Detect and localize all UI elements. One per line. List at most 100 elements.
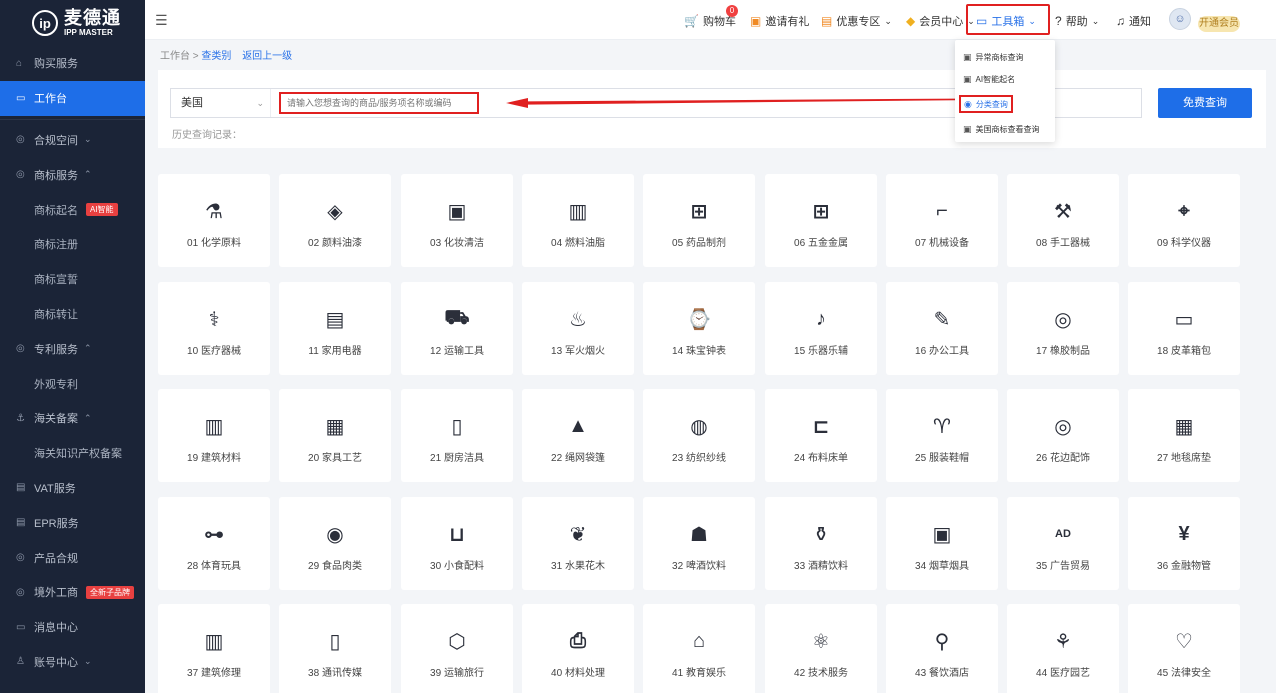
sidebar-item[interactable]: ▭ 消息中心 bbox=[0, 610, 145, 645]
toolbox-menu-item[interactable]: ◉ 分类查询 bbox=[959, 95, 1013, 113]
category-card[interactable]: ✎ 16 办公工具 bbox=[886, 282, 998, 375]
category-card[interactable]: ▭ 18 皮革箱包 bbox=[1128, 282, 1240, 375]
chevron-up-icon: ⌄ bbox=[1028, 15, 1036, 26]
sidebar-item[interactable]: ⚓ 海关备案 ⌃ bbox=[0, 401, 145, 436]
coupon-menu[interactable]: ▤ 优惠专区 ⌄ bbox=[821, 13, 892, 29]
category-card[interactable]: AD 35 广告贸易 bbox=[1007, 497, 1119, 590]
category-glyph: ▥ bbox=[568, 200, 588, 223]
toolbox-menu-item[interactable]: ▣ 异常商标查询 bbox=[963, 48, 1024, 66]
category-card[interactable]: ⚘ 44 医疗园艺 bbox=[1007, 604, 1119, 693]
category-card[interactable]: ⌂ 41 教育娱乐 bbox=[643, 604, 755, 693]
category-card[interactable]: ⚒ 08 手工器械 bbox=[1007, 174, 1119, 267]
category-label: 12 运输工具 bbox=[430, 346, 484, 357]
avatar[interactable]: ☺ bbox=[1169, 8, 1191, 30]
sidebar-item[interactable]: 海关知识产权备案 bbox=[0, 436, 145, 471]
category-card[interactable]: ▯ 38 通讯传媒 bbox=[279, 604, 391, 693]
category-glyph: ☗ bbox=[690, 523, 708, 546]
noodles-icon: ⊔ bbox=[442, 519, 472, 549]
sidebar-item-label: 合规空间 bbox=[34, 134, 78, 147]
category-card[interactable]: ❦ 31 水果花木 bbox=[522, 497, 634, 590]
notify-button[interactable]: ♫ 通知 bbox=[1116, 13, 1151, 29]
help-menu[interactable]: ? 帮助 ⌄ bbox=[1055, 13, 1099, 29]
category-card[interactable]: ▲ 22 绳网袋篷 bbox=[522, 389, 634, 482]
category-card[interactable]: ◍ 23 纺织纱线 bbox=[643, 389, 755, 482]
brand-logo[interactable]: ip 麦德通 IPP MASTER bbox=[0, 0, 145, 46]
sidebar-item-label: 商标转让 bbox=[34, 308, 78, 321]
toolbox-menu-item[interactable]: ▣ AI智能起名 bbox=[963, 70, 1015, 88]
category-card[interactable]: ▥ 04 燃料油脂 bbox=[522, 174, 634, 267]
sidebar-item[interactable]: ◎ 合规空间 ⌄ bbox=[0, 123, 145, 158]
country-select[interactable]: 美国 ⌄ bbox=[171, 89, 271, 117]
category-card[interactable]: ▥ 19 建筑材料 bbox=[158, 389, 270, 482]
sidebar-item[interactable]: ▤ EPR服务 bbox=[0, 505, 145, 540]
member-center-button[interactable]: ◆ 会员中心 ⌄ bbox=[906, 13, 975, 29]
anchor-icon: ⚓ bbox=[16, 412, 25, 424]
toolbox-menu[interactable]: ▭ 工具箱 ⌄ bbox=[976, 13, 1036, 29]
category-card[interactable]: ☗ 32 啤酒饮料 bbox=[643, 497, 755, 590]
category-card[interactable]: ♈ 25 服装鞋帽 bbox=[886, 389, 998, 482]
sidebar-item[interactable]: ◎ 专利服务 ⌃ bbox=[0, 331, 145, 366]
category-card[interactable]: ⛟ 12 运输工具 bbox=[401, 282, 513, 375]
category-card[interactable]: ♪ 15 乐器乐辅 bbox=[765, 282, 877, 375]
category-card[interactable]: ▯ 21 厨房洁具 bbox=[401, 389, 513, 482]
cart-button[interactable]: 🛒 购物车 0 bbox=[684, 5, 738, 29]
category-card[interactable]: ▤ 11 家用电器 bbox=[279, 282, 391, 375]
category-label: 16 办公工具 bbox=[915, 346, 969, 357]
category-card[interactable]: ♨ 13 军火烟火 bbox=[522, 282, 634, 375]
menu-fold-icon[interactable]: ☰ bbox=[155, 12, 168, 29]
category-glyph: ▯ bbox=[329, 630, 341, 653]
category-glyph: ◎ bbox=[1054, 308, 1072, 331]
category-card[interactable]: ⚛ 42 技术服务 bbox=[765, 604, 877, 693]
category-card[interactable]: ⊏ 24 布料床单 bbox=[765, 389, 877, 482]
category-card[interactable]: ⬡ 39 运输旅行 bbox=[401, 604, 513, 693]
category-card[interactable]: ¥36 金融物管 bbox=[1128, 497, 1240, 590]
sidebar-item[interactable]: 商标转让 bbox=[0, 297, 145, 332]
category-card[interactable]: ⚗ 01 化学原料 bbox=[158, 174, 270, 267]
free-search-button[interactable]: 免费查询 bbox=[1158, 88, 1252, 118]
category-card[interactable]: ▣ 34 烟草烟具 bbox=[886, 497, 998, 590]
search-input[interactable] bbox=[279, 92, 479, 114]
sidebar-item[interactable]: ◎ 境外工商 全新子品牌 bbox=[0, 575, 145, 610]
tshirt-icon: ♈ bbox=[927, 411, 957, 441]
sidebar-item[interactable]: ▤ VAT服务 bbox=[0, 471, 145, 506]
back-link[interactable]: 返回上一级 bbox=[242, 51, 292, 62]
sidebar-item-label: 专利服务 bbox=[34, 343, 78, 356]
sidebar-item[interactable]: 商标注册 bbox=[0, 227, 145, 262]
atom-icon: ⚛ bbox=[806, 626, 836, 656]
category-card[interactable]: ▦ 20 家具工艺 bbox=[279, 389, 391, 482]
category-card[interactable]: ▦ 27 地毯席垫 bbox=[1128, 389, 1240, 482]
invite-button[interactable]: ▣ 邀请有礼 bbox=[750, 13, 809, 29]
abnormal-search-icon: ▣ bbox=[963, 51, 972, 62]
breadcrumb-root[interactable]: 工作台 bbox=[160, 51, 190, 62]
vip-badge[interactable]: 开通会员 bbox=[1198, 16, 1240, 32]
category-card[interactable]: ▣ 03 化妆清洁 bbox=[401, 174, 513, 267]
category-card[interactable]: ◎ 26 花边配饰 bbox=[1007, 389, 1119, 482]
category-card[interactable]: ◎ 17 橡胶制品 bbox=[1007, 282, 1119, 375]
category-card[interactable]: ♡ 45 法律安全 bbox=[1128, 604, 1240, 693]
category-card[interactable]: ⌐ 07 机械设备 bbox=[886, 174, 998, 267]
category-card[interactable]: ⊞ 06 五金金属 bbox=[765, 174, 877, 267]
sidebar-item[interactable]: 外观专利 bbox=[0, 366, 145, 401]
tobacco-icon: ▣ bbox=[927, 519, 957, 549]
category-card[interactable]: ⌖ 09 科学仪器 bbox=[1128, 174, 1240, 267]
category-card[interactable]: ⚲ 43 餐饮酒店 bbox=[886, 604, 998, 693]
sidebar-item[interactable]: ♙ 账号中心 ⌄ bbox=[0, 645, 145, 680]
sidebar-item[interactable]: 商标宣誓 bbox=[0, 262, 145, 297]
sidebar-item[interactable]: ⌂ 购买服务 bbox=[0, 46, 145, 81]
category-card[interactable]: ▥ 37 建筑修理 bbox=[158, 604, 270, 693]
category-card[interactable]: ◉ 29 食品肉类 bbox=[279, 497, 391, 590]
category-card[interactable]: ⊞ 05 药品制剂 bbox=[643, 174, 755, 267]
category-card[interactable]: ⊶ 28 体育玩具 bbox=[158, 497, 270, 590]
sidebar-item[interactable]: ◎ 产品合规 bbox=[0, 540, 145, 575]
sidebar-item[interactable]: 商标起名 AI智能 bbox=[0, 192, 145, 227]
category-card[interactable]: ⚕ 10 医疗器械 bbox=[158, 282, 270, 375]
category-card[interactable]: ⚱ 33 酒精饮料 bbox=[765, 497, 877, 590]
category-card[interactable]: ◈ 02 颜料油漆 bbox=[279, 174, 391, 267]
sidebar-item[interactable]: ▭ 工作台 bbox=[0, 80, 145, 116]
category-card[interactable]: ⎙ 40 材料处理 bbox=[522, 604, 634, 693]
category-card[interactable]: ⌚ 14 珠宝钟表 bbox=[643, 282, 755, 375]
sidebar-item[interactable]: ◎ 商标服务 ⌃ bbox=[0, 157, 145, 192]
category-glyph: ⎙ bbox=[570, 629, 586, 652]
toolbox-menu-item[interactable]: ▣ 美国商标查看查询 bbox=[963, 120, 1040, 138]
category-card[interactable]: ⊔ 30 小食配料 bbox=[401, 497, 513, 590]
